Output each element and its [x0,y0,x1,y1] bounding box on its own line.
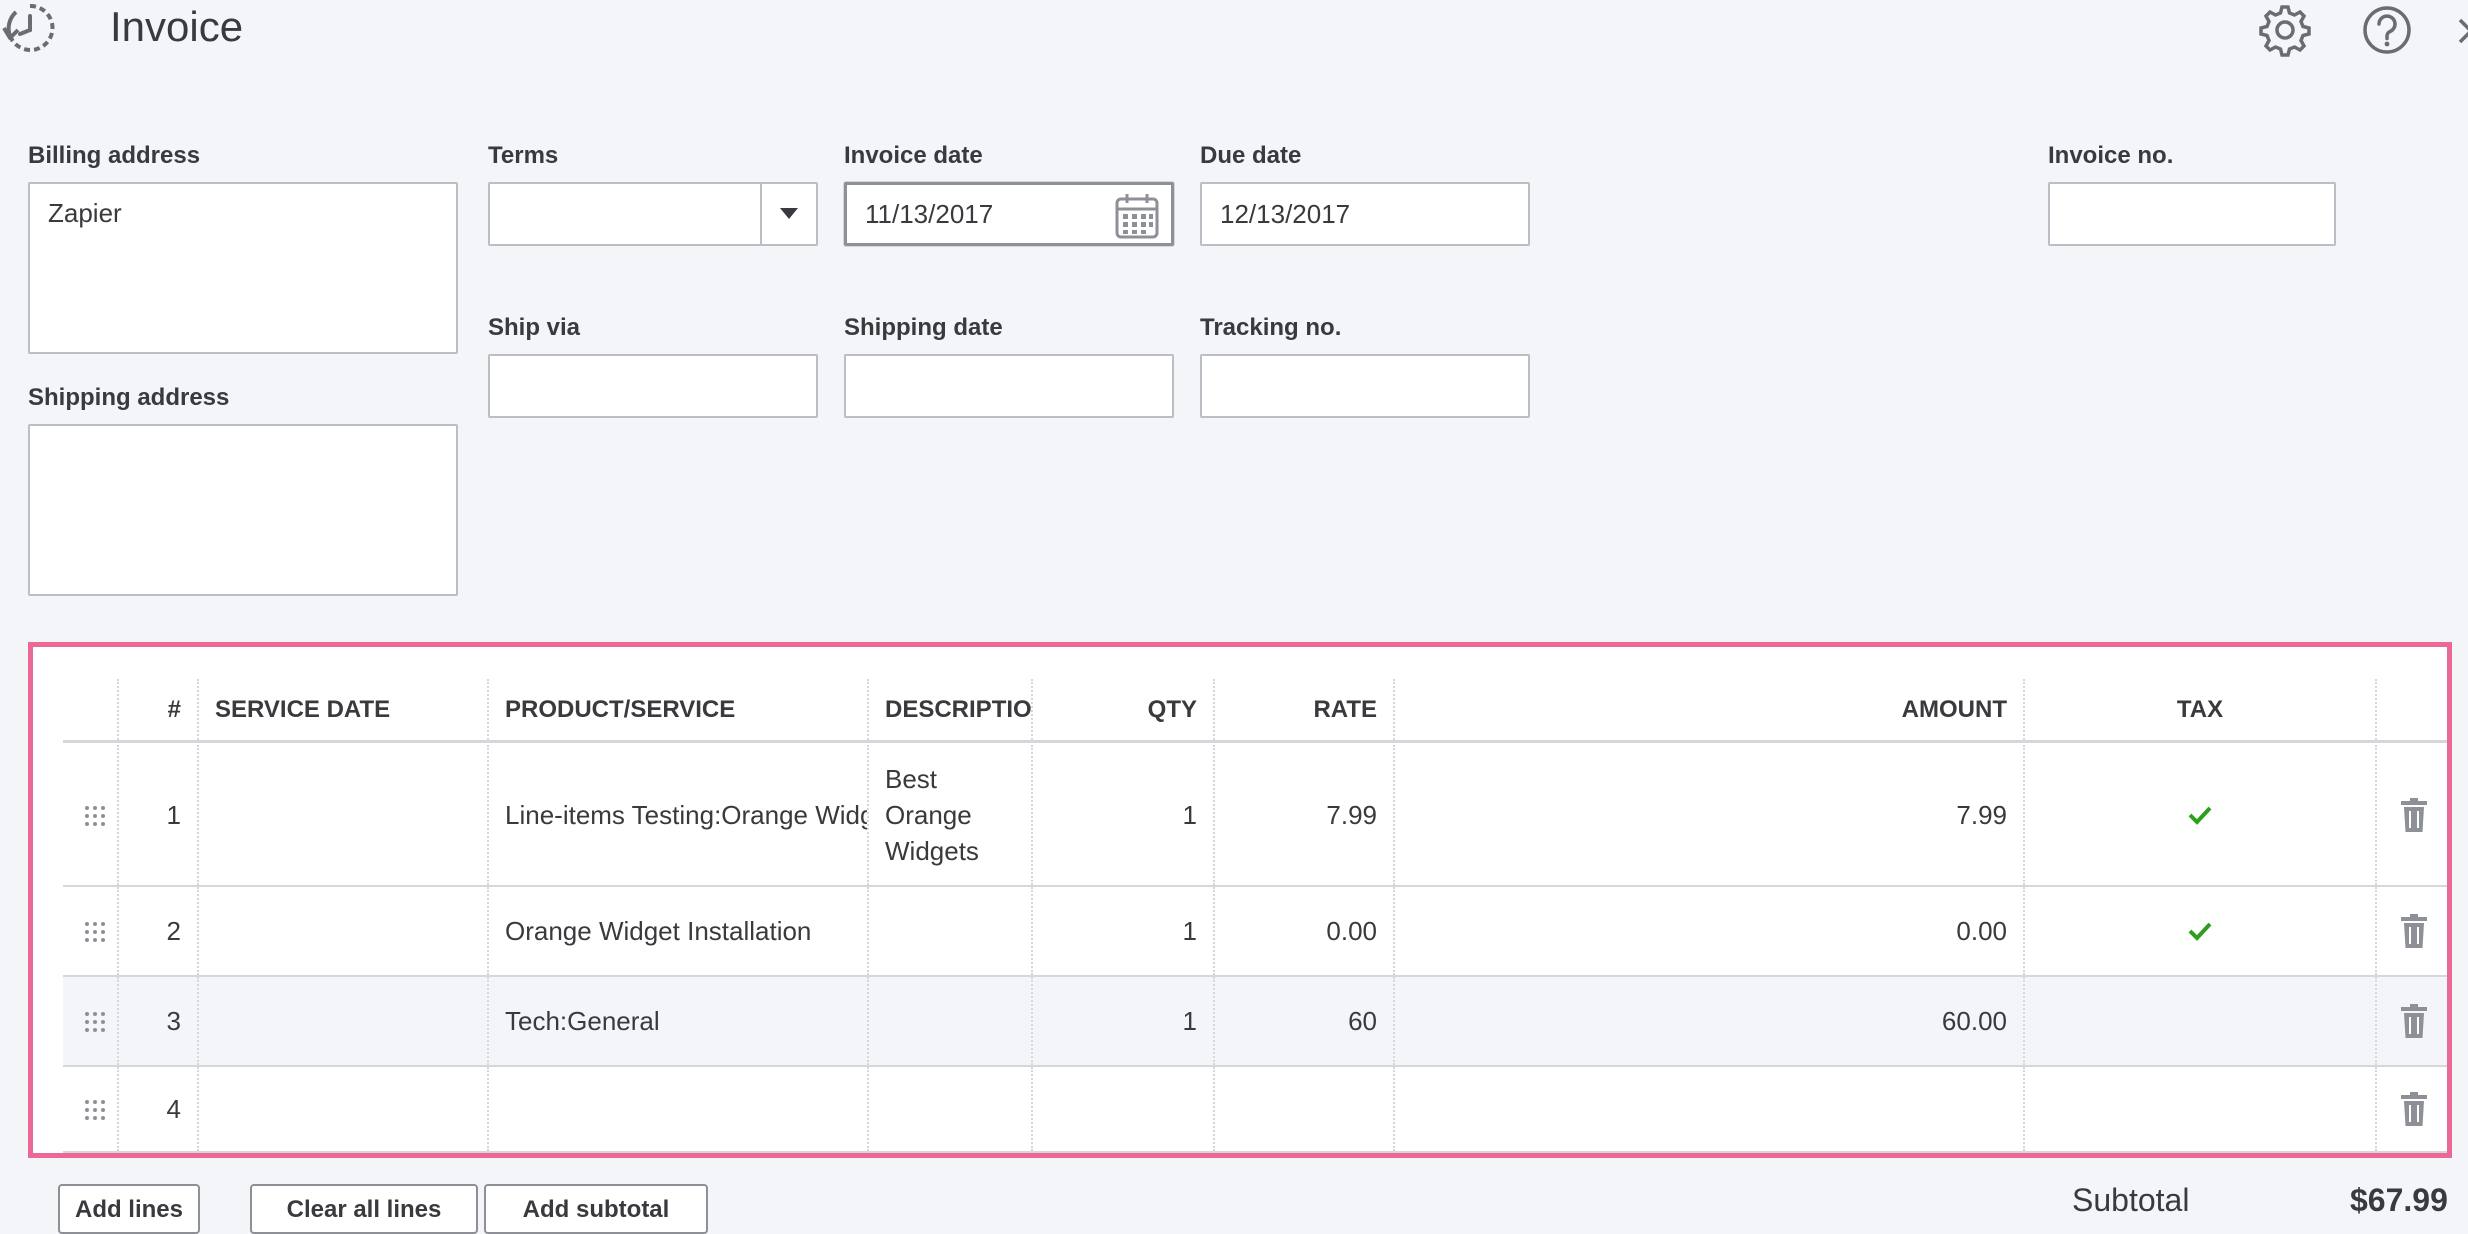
invoice-date-field[interactable]: 11/13/2017 [844,182,1174,246]
checkmark-icon [2188,922,2212,941]
product-service-cell[interactable]: Tech:General [489,977,869,1065]
rate-cell[interactable]: 7.99 [1215,745,1395,885]
service-date-cell[interactable] [199,887,489,975]
column-header-amount: AMOUNT [1395,679,2025,740]
qty-cell[interactable]: 1 [1033,887,1215,975]
table-row[interactable]: 2 Orange Widget Installation 1 0.00 0.00 [63,887,2447,977]
chevron-down-icon [780,208,798,219]
column-header-tax: TAX [2025,679,2377,740]
column-header-description: DESCRIPTIO [869,679,1033,740]
tracking-no-label: Tracking no. [1200,314,1342,341]
row-number: 3 [119,977,199,1065]
qty-cell[interactable]: 1 [1033,745,1215,885]
table-row[interactable]: 3 Tech:General 1 60 60.00 [63,977,2447,1067]
due-date-label: Due date [1200,142,1302,169]
table-row[interactable]: 1 Line-items Testing:Orange Widgets Best… [63,745,2447,887]
service-date-cell[interactable] [199,745,489,885]
column-header-product-service: PRODUCT/SERVICE [489,679,869,740]
shipping-date-field[interactable] [844,354,1174,418]
gear-icon[interactable] [2258,3,2312,57]
row-number: 2 [119,887,199,975]
dropdown-arrow-button[interactable] [760,184,816,244]
amount-cell[interactable]: 7.99 [1395,745,2025,885]
product-service-cell[interactable] [489,1067,869,1151]
description-cell[interactable] [869,1067,1033,1151]
product-service-cell[interactable]: Line-items Testing:Orange Widgets [489,745,869,885]
amount-cell[interactable] [1395,1067,2025,1151]
subtotal-label: Subtotal [2072,1182,2190,1218]
row-number: 4 [119,1067,199,1151]
ship-via-label: Ship via [488,314,581,341]
column-header-service-date: SERVICE DATE [199,679,489,740]
amount-cell[interactable]: 0.00 [1395,887,2025,975]
description-cell[interactable] [869,977,1033,1065]
trash-icon [2401,1092,2427,1126]
terms-label: Terms [488,142,559,169]
column-header-qty: QTY [1033,679,1215,740]
recent-transactions-icon[interactable] [0,0,60,54]
invoice-no-field[interactable] [2048,182,2336,246]
calendar-icon[interactable] [1113,191,1161,241]
add-subtotal-button[interactable]: Add subtotal [484,1184,708,1234]
trash-icon [2401,798,2427,832]
tracking-no-field[interactable] [1200,354,1530,418]
row-number: 1 [119,745,199,885]
due-date-field[interactable]: 12/13/2017 [1200,182,1530,246]
billing-address-field[interactable]: Zapier [28,182,458,354]
clear-all-lines-button[interactable]: Clear all lines [250,1184,478,1234]
delete-row-button[interactable] [2377,887,2447,975]
description-cell[interactable] [869,887,1033,975]
tax-cell[interactable] [2025,745,2377,885]
column-header-rate: RATE [1215,679,1395,740]
add-lines-button[interactable]: Add lines [58,1184,200,1234]
rate-cell[interactable]: 60 [1215,977,1395,1065]
table-row[interactable]: 4 [63,1067,2447,1153]
tax-cell[interactable] [2025,977,2377,1065]
shipping-address-field[interactable] [28,424,458,596]
billing-address-value: Zapier [48,198,122,228]
line-items-table: # SERVICE DATE PRODUCT/SERVICE DESCRIPTI… [28,642,2452,1158]
invoice-date-value: 11/13/2017 [865,198,994,229]
rate-cell[interactable] [1215,1067,1395,1151]
shipping-address-label: Shipping address [28,384,230,411]
service-date-cell[interactable] [199,1067,489,1151]
delete-row-button[interactable] [2377,1067,2447,1151]
amount-cell[interactable]: 60.00 [1395,977,2025,1065]
checkmark-icon [2188,806,2212,825]
shipping-date-label: Shipping date [844,314,1003,341]
tax-cell[interactable] [2025,887,2377,975]
table-header: # SERVICE DATE PRODUCT/SERVICE DESCRIPTI… [63,679,2447,743]
tax-cell[interactable] [2025,1067,2377,1151]
column-header-number: # [119,679,199,740]
qty-cell[interactable]: 1 [1033,977,1215,1065]
invoice-date-label: Invoice date [844,142,983,169]
description-cell[interactable]: Best Orange Widgets [869,745,1033,885]
due-date-value: 12/13/2017 [1220,198,1351,229]
page-title: Invoice [110,3,244,50]
help-icon[interactable] [2360,3,2414,57]
ship-via-field[interactable] [488,354,818,418]
trash-icon [2401,1004,2427,1038]
qty-cell[interactable] [1033,1067,1215,1151]
billing-address-label: Billing address [28,142,201,169]
invoice-no-label: Invoice no. [2048,142,2174,169]
close-icon[interactable] [2452,6,2468,56]
trash-icon [2401,914,2427,948]
service-date-cell[interactable] [199,977,489,1065]
terms-select[interactable] [488,182,818,246]
delete-row-button[interactable] [2377,977,2447,1065]
subtotal-value: $67.99 [2350,1182,2448,1218]
rate-cell[interactable]: 0.00 [1215,887,1395,975]
delete-row-button[interactable] [2377,745,2447,885]
product-service-cell[interactable]: Orange Widget Installation [489,887,869,975]
